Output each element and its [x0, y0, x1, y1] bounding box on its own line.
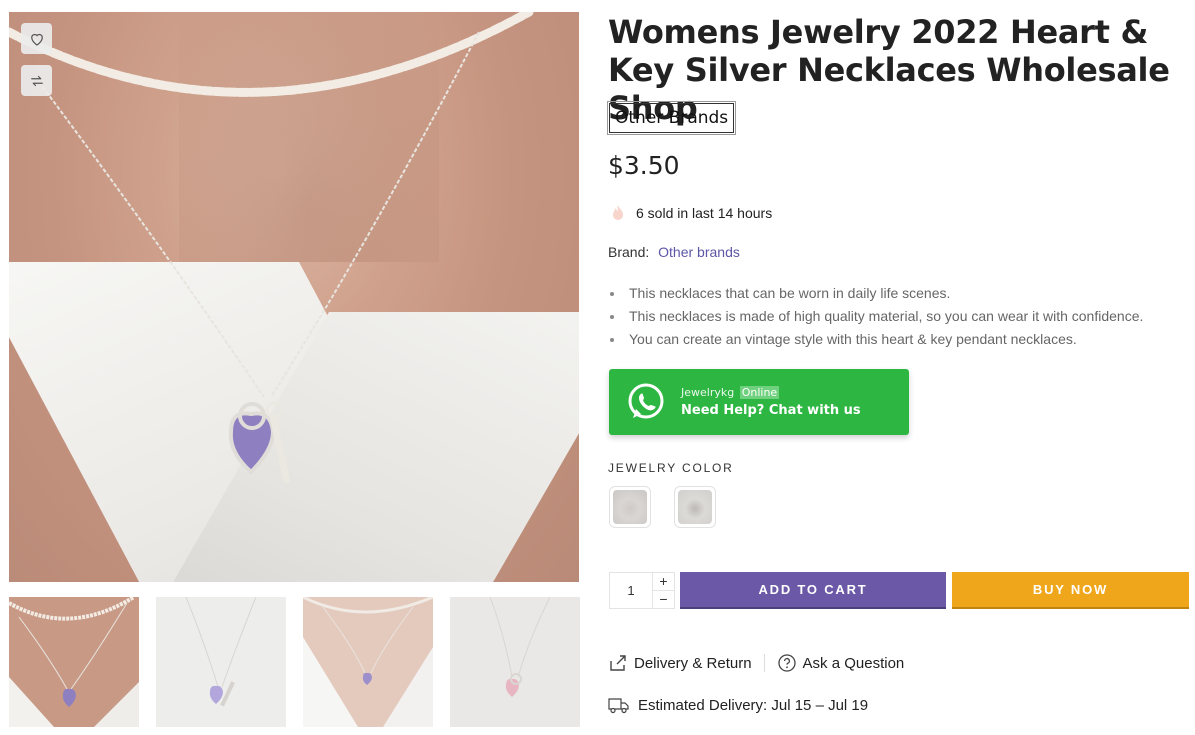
necklace-illustration — [9, 12, 534, 484]
thumbnail-strip — [9, 597, 581, 727]
thumbnail-2[interactable] — [156, 597, 286, 727]
product-links: Delivery & Return Ask a Question — [608, 653, 904, 673]
ask-question-link[interactable]: Ask a Question — [777, 653, 905, 673]
chat-cta: Need Help? Chat with us — [681, 403, 861, 418]
feature-item: This necklaces is made of high quality m… — [609, 305, 1143, 328]
link-divider — [763, 654, 765, 672]
color-swatch-2[interactable] — [674, 486, 716, 528]
ask-question-label: Ask a Question — [802, 654, 905, 672]
quantity-increase-button[interactable]: + — [653, 573, 674, 590]
quantity-steps: + − — [652, 573, 674, 608]
truck-icon — [608, 698, 629, 714]
online-status-badge: Online — [739, 386, 780, 399]
thumbnail-4[interactable] — [450, 597, 580, 727]
thumbnail-image-3 — [303, 597, 433, 727]
thumbnail-image-4 — [450, 597, 580, 727]
chat-agent-name: Jewelrykg — [681, 386, 735, 399]
brand-label: Brand: — [608, 244, 650, 260]
thumbnail-image-1 — [9, 597, 139, 727]
color-swatch-1[interactable] — [609, 486, 651, 528]
thumbnail-1[interactable] — [9, 597, 139, 727]
compare-button[interactable] — [21, 65, 52, 96]
jewelry-color-label: JEWELRY COLOR — [608, 461, 734, 475]
quantity-decrease-button[interactable]: − — [653, 590, 674, 608]
main-product-image[interactable] — [9, 12, 579, 582]
brand-badge[interactable]: Other Brands — [606, 101, 737, 135]
whatsapp-icon — [628, 383, 664, 419]
add-to-cart-button[interactable]: ADD TO CART — [680, 572, 946, 609]
chat-text: Jewelrykg Online Need Help? Chat with us — [681, 386, 861, 418]
feature-item: This necklaces that can be worn in daily… — [609, 282, 1143, 305]
question-circle-icon — [777, 654, 796, 672]
estimated-delivery: Estimated Delivery: Jul 15 – Jul 19 — [608, 695, 868, 715]
buy-now-button[interactable]: BUY NOW — [952, 572, 1189, 609]
product-price: $3.50 — [608, 151, 680, 180]
chat-agent-line: Jewelrykg Online — [681, 386, 861, 399]
quantity-value[interactable]: 1 — [610, 573, 652, 608]
heart-icon — [30, 33, 43, 46]
feature-list: This necklaces that can be worn in daily… — [609, 282, 1143, 351]
swatch-image-1 — [613, 490, 647, 524]
share-box-icon — [610, 655, 626, 671]
compare-icon — [30, 75, 43, 86]
brand-line: Brand: Other brands — [608, 244, 740, 260]
sold-counter: 6 sold in last 14 hours — [610, 204, 772, 222]
thumbnail-3[interactable] — [303, 597, 433, 727]
estimated-delivery-text: Estimated Delivery: Jul 15 – Jul 19 — [638, 696, 869, 714]
delivery-return-label: Delivery & Return — [634, 654, 752, 672]
thumbnail-image-2 — [156, 597, 286, 727]
brand-link[interactable]: Other brands — [658, 244, 740, 260]
quantity-stepper[interactable]: 1 + − — [609, 572, 675, 609]
flame-icon — [613, 205, 623, 220]
swatch-image-2 — [678, 490, 712, 524]
whatsapp-chat-button[interactable]: Jewelrykg Online Need Help? Chat with us — [609, 369, 909, 435]
delivery-return-link[interactable]: Delivery & Return — [608, 653, 752, 673]
sold-text: 6 sold in last 14 hours — [636, 205, 773, 221]
feature-item: You can create an vintage style with thi… — [609, 328, 1143, 351]
wishlist-button[interactable] — [21, 23, 52, 54]
